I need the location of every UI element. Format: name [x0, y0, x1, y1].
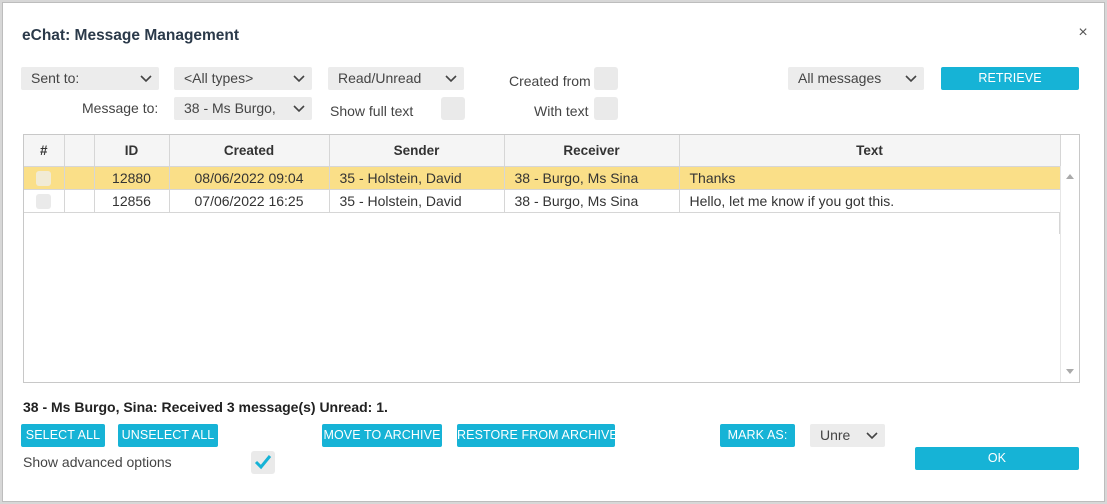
- chevron-down-icon: [905, 75, 917, 83]
- message-to-label: Message to:: [82, 100, 159, 116]
- checkmark-icon: [254, 455, 272, 470]
- column-header-created[interactable]: Created: [169, 135, 330, 167]
- messages-table: # ID Created Sender Receiver Text 12880 …: [23, 134, 1080, 383]
- chevron-down-icon: [445, 75, 457, 83]
- row-checkbox[interactable]: [36, 193, 52, 209]
- row-select-cell[interactable]: [24, 166, 65, 190]
- row-sender: 35 - Holstein, David: [329, 166, 505, 190]
- table-row[interactable]: 12880 08/06/2022 09:04 35 - Holstein, Da…: [24, 166, 1061, 190]
- with-text-input[interactable]: [594, 97, 618, 120]
- column-header-sender[interactable]: Sender: [329, 135, 505, 167]
- mark-as-select[interactable]: Unre: [810, 424, 885, 447]
- row-blank-cell: [64, 189, 95, 213]
- all-messages-select-value: All messages: [798, 70, 882, 86]
- chevron-down-icon: [866, 432, 878, 440]
- message-type-select-value: <All types>: [184, 70, 254, 86]
- message-management-dialog: eChat: Message Management × Sent to: <Al…: [2, 2, 1105, 502]
- table-row[interactable]: 12856 07/06/2022 16:25 35 - Holstein, Da…: [24, 189, 1061, 213]
- move-to-archive-button[interactable]: MOVE TO ARCHIVE: [322, 424, 442, 447]
- chevron-down-icon: [293, 105, 305, 113]
- scroll-down-icon[interactable]: [1066, 369, 1074, 374]
- close-icon[interactable]: ×: [1075, 25, 1091, 41]
- select-all-button[interactable]: SELECT ALL: [21, 424, 105, 447]
- unselect-all-button[interactable]: UNSELECT ALL: [118, 424, 218, 447]
- column-header-text[interactable]: Text: [679, 135, 1061, 167]
- ok-button[interactable]: OK: [915, 447, 1079, 470]
- row-checkbox[interactable]: [36, 170, 52, 186]
- show-full-text-checkbox[interactable]: [441, 97, 465, 120]
- row-receiver: 38 - Burgo, Ms Sina: [504, 189, 680, 213]
- created-from-input[interactable]: [594, 67, 618, 90]
- chevron-down-icon: [293, 75, 305, 83]
- all-messages-select[interactable]: All messages: [788, 67, 924, 90]
- message-to-select-value: 38 - Ms Burgo,: [184, 100, 276, 116]
- retrieve-button[interactable]: RETRIEVE: [941, 67, 1079, 90]
- show-full-text-label: Show full text: [330, 103, 414, 119]
- table-empty-area: [24, 212, 1060, 234]
- created-from-label: Created from: [509, 73, 591, 89]
- dialog-title: eChat: Message Management: [22, 27, 240, 44]
- chevron-down-icon: [140, 75, 152, 83]
- column-header-receiver[interactable]: Receiver: [504, 135, 680, 167]
- row-created: 08/06/2022 09:04: [169, 166, 330, 190]
- row-sender: 35 - Holstein, David: [329, 189, 505, 213]
- row-select-cell[interactable]: [24, 189, 65, 213]
- with-text-label: With text: [534, 103, 589, 119]
- row-text: Hello, let me know if you got this.: [679, 189, 1061, 213]
- show-advanced-options-checkbox[interactable]: [251, 451, 275, 474]
- row-created: 07/06/2022 16:25: [169, 189, 330, 213]
- column-header-id[interactable]: ID: [94, 135, 170, 167]
- message-type-select[interactable]: <All types>: [174, 67, 312, 90]
- sent-to-select-value: Sent to:: [31, 70, 80, 86]
- show-advanced-options-label: Show advanced options: [23, 454, 172, 470]
- column-header-blank[interactable]: [64, 135, 95, 167]
- sent-to-select[interactable]: Sent to:: [21, 67, 159, 90]
- vertical-scrollbar[interactable]: [1060, 166, 1079, 382]
- read-unread-select[interactable]: Read/Unread: [328, 67, 464, 90]
- status-text: 38 - Ms Burgo, Sina: Received 3 message(…: [23, 399, 388, 415]
- row-id: 12856: [94, 189, 170, 213]
- scroll-up-icon[interactable]: [1066, 174, 1074, 179]
- restore-from-archive-button[interactable]: RESTORE FROM ARCHIVE: [457, 424, 618, 447]
- row-text: Thanks: [679, 166, 1061, 190]
- mark-as-select-value: Unre: [820, 427, 851, 443]
- row-id: 12880: [94, 166, 170, 190]
- mark-as-button[interactable]: MARK AS:: [720, 424, 795, 447]
- column-header-number[interactable]: #: [24, 135, 65, 167]
- read-unread-select-value: Read/Unread: [338, 70, 422, 86]
- message-to-select[interactable]: 38 - Ms Burgo,: [174, 97, 312, 120]
- row-receiver: 38 - Burgo, Ms Sina: [504, 166, 680, 190]
- table-header-row: # ID Created Sender Receiver Text: [24, 135, 1061, 167]
- row-blank-cell: [64, 166, 95, 190]
